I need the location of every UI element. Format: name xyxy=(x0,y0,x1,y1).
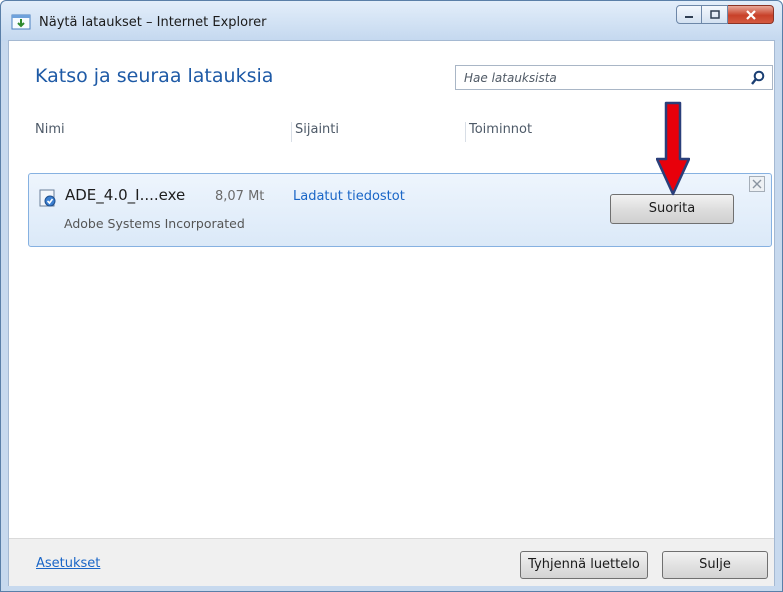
search-icon[interactable] xyxy=(750,70,766,86)
red-arrow-annotation xyxy=(656,101,690,196)
search-input[interactable]: Hae latauksista xyxy=(455,65,773,90)
remove-item-button[interactable] xyxy=(749,176,765,192)
close-icon xyxy=(745,9,756,20)
file-name: ADE_4.0_I....exe xyxy=(65,186,186,204)
title-bar[interactable]: Näytä lataukset – Internet Explorer xyxy=(1,1,782,41)
search-placeholder: Hae latauksista xyxy=(464,71,557,85)
download-manager-icon xyxy=(11,14,31,30)
installer-file-icon xyxy=(39,189,56,207)
file-size: 8,07 Mt xyxy=(215,189,265,204)
download-manager-window: Näytä lataukset – Internet Explorer Kats… xyxy=(0,0,783,592)
caption-buttons xyxy=(676,5,774,27)
column-name[interactable]: Nimi xyxy=(35,122,65,142)
close-button[interactable]: Sulje xyxy=(662,551,768,579)
page-title: Katso ja seuraa latauksia xyxy=(35,65,274,87)
column-actions[interactable]: Toiminnot xyxy=(465,122,532,142)
column-location[interactable]: Sijainti xyxy=(291,122,339,142)
maximize-button[interactable] xyxy=(702,5,728,24)
clear-list-button[interactable]: Tyhjennä luettelo xyxy=(520,551,648,579)
maximize-icon xyxy=(709,10,720,19)
file-publisher: Adobe Systems Incorporated xyxy=(64,216,245,231)
minimize-button[interactable] xyxy=(676,5,702,24)
footer-bar: Asetukset Tyhjennä luettelo Sulje xyxy=(9,538,774,586)
window-title: Näytä lataukset – Internet Explorer xyxy=(39,15,267,30)
settings-link[interactable]: Asetukset xyxy=(36,556,100,571)
close-icon xyxy=(752,179,762,189)
file-location-link[interactable]: Ladatut tiedostot xyxy=(293,189,405,204)
run-button[interactable]: Suorita xyxy=(610,194,734,224)
minimize-icon xyxy=(685,15,693,18)
close-window-button[interactable] xyxy=(728,5,774,24)
